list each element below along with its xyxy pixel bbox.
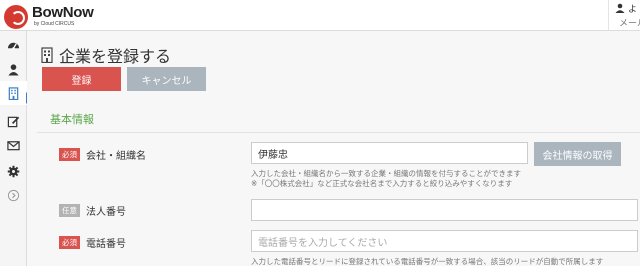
cancel-button[interactable]: キャンセル bbox=[127, 67, 206, 91]
sidebar-item-companies[interactable] bbox=[0, 81, 27, 105]
logo-subtext: by Cloud CIRCUS bbox=[34, 21, 75, 27]
sidebar-item-leads[interactable] bbox=[0, 57, 27, 81]
company-name-label: 必須 会社・組織名 bbox=[59, 147, 146, 162]
company-help-text-1: 入力した会社・組織名から一致する企業・組織の情報を付与することができます bbox=[251, 169, 521, 178]
phone-label-text: 電話番号 bbox=[86, 239, 126, 250]
corp-number-label-text: 法人番号 bbox=[86, 207, 126, 218]
building-icon bbox=[8, 86, 19, 100]
phone-help-text: 入力した電話番号とリードに登録されている電話番号が一致する場合、該当のリードが自… bbox=[251, 257, 604, 266]
required-badge: 必須 bbox=[59, 148, 80, 161]
company-name-label-text: 会社・組織名 bbox=[86, 151, 146, 162]
company-name-input[interactable]: 伊藤忠 bbox=[251, 142, 528, 164]
bownow-logo[interactable]: BowNow by Cloud CIRCUS bbox=[4, 3, 104, 29]
required-badge: 必須 bbox=[59, 236, 80, 249]
user-mail: メール bbox=[619, 19, 640, 29]
top-header: BowNow by Cloud CIRCUS よ メール bbox=[0, 0, 640, 31]
sidebar-item-settings[interactable] bbox=[0, 159, 27, 183]
gear-icon bbox=[7, 165, 20, 177]
user-icon bbox=[615, 3, 625, 13]
dashboard-icon bbox=[7, 42, 20, 49]
user-name: よ bbox=[628, 5, 638, 15]
logo-text: BowNow bbox=[32, 4, 94, 21]
building-icon bbox=[41, 47, 53, 63]
corp-number-label: 任意 法人番号 bbox=[59, 203, 126, 218]
phone-input[interactable]: 電話番号を入力してください bbox=[251, 230, 638, 252]
sidebar-item-dashboard[interactable] bbox=[0, 33, 27, 57]
user-menu[interactable]: よ メール bbox=[608, 0, 640, 31]
user-icon bbox=[8, 63, 19, 76]
section-title: 基本情報 bbox=[50, 113, 94, 126]
section-divider bbox=[37, 132, 640, 133]
chevron-right-icon bbox=[7, 189, 20, 201]
mail-icon bbox=[7, 140, 20, 150]
page-title: 企業を登録する bbox=[41, 43, 171, 67]
main-content: 企業を登録する 登録 キャンセル 基本情報 必須 会社・組織名 伊藤忠 会社情報… bbox=[27, 31, 640, 266]
fetch-company-info-button[interactable]: 会社情報の取得 bbox=[534, 142, 621, 166]
sidebar-item-forms[interactable] bbox=[0, 109, 27, 133]
sidebar bbox=[0, 31, 32, 266]
page-title-text: 企業を登録する bbox=[59, 47, 172, 66]
logo-mark-icon bbox=[4, 5, 28, 29]
sidebar-item-mail[interactable] bbox=[0, 133, 27, 157]
optional-badge: 任意 bbox=[59, 204, 80, 217]
phone-label: 必須 電話番号 bbox=[59, 235, 126, 250]
save-button[interactable]: 登録 bbox=[42, 67, 121, 91]
company-help-text-2: ※「〇〇株式会社」など正式な会社名まで入力すると絞り込みやすくなります bbox=[251, 179, 513, 188]
edit-icon bbox=[7, 116, 20, 127]
corp-number-input[interactable] bbox=[251, 199, 638, 221]
sidebar-expand-button[interactable] bbox=[0, 183, 27, 207]
